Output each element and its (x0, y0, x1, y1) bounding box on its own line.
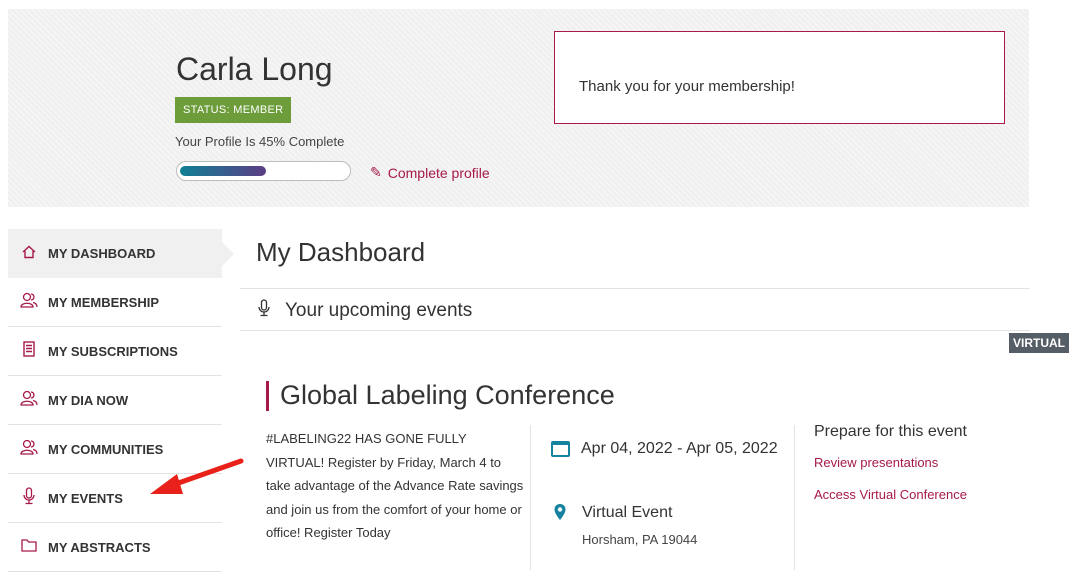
upcoming-events-title: Your upcoming events (285, 300, 473, 321)
folder-icon (20, 538, 38, 556)
virtual-tag: VIRTUAL (1009, 333, 1069, 353)
sidebar-item-abstracts[interactable]: MY ABSTRACTS (8, 523, 222, 572)
upcoming-events-header: Your upcoming events (240, 288, 1030, 331)
sidebar-item-label: MY ABSTRACTS (48, 539, 151, 555)
pencil-icon: ✎ (370, 164, 382, 180)
access-virtual-conference-link[interactable]: Access Virtual Conference (814, 487, 967, 502)
membership-message: Thank you for your membership! (579, 78, 795, 95)
calendar-icon (551, 441, 570, 457)
column-divider (794, 425, 795, 570)
complete-profile-link[interactable]: ✎ Complete profile (370, 164, 490, 181)
membership-message-box: Thank you for your membership! (554, 31, 1005, 124)
event-title[interactable]: Global Labeling Conference (280, 380, 615, 411)
review-presentations-link[interactable]: Review presentations (814, 455, 938, 470)
event-title-accent (266, 381, 269, 411)
column-divider (530, 425, 531, 570)
event-date: Apr 04, 2022 - Apr 05, 2022 (581, 440, 778, 457)
event-location-address: Horsham, PA 19044 (582, 532, 698, 547)
complete-profile-label: Complete profile (387, 164, 490, 181)
prepare-heading: Prepare for this event (814, 423, 967, 440)
location-pin-icon (553, 503, 567, 526)
page-title: My Dashboard (256, 237, 426, 267)
event-location-name: Virtual Event (582, 504, 673, 521)
event-description: #LABELING22 HAS GONE FULLY VIRTUAL! Regi… (266, 431, 524, 541)
annotation-arrow (150, 458, 244, 494)
